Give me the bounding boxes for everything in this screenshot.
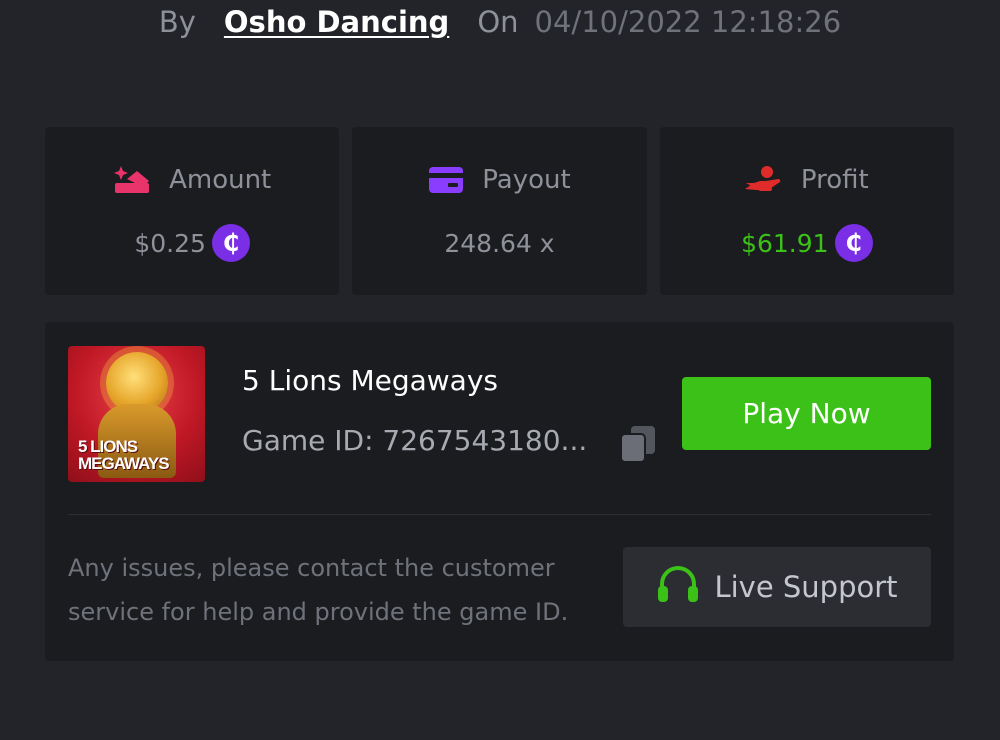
bet-byline: By Osho Dancing On 04/10/2022 12:18:26 — [0, 0, 1000, 44]
live-support-label: Live Support — [714, 570, 898, 604]
bet-stats: Amount $0.25 ₵ Payout 248.64 x Profit $6… — [45, 127, 954, 295]
game-id: Game ID: 7267543180... — [242, 424, 588, 457]
profit-stat: Profit $61.91 ₵ — [659, 127, 954, 295]
payout-label: Payout — [482, 165, 571, 195]
username-link[interactable]: Osho Dancing — [224, 5, 449, 39]
headset-icon — [656, 564, 700, 611]
amount-label: Amount — [169, 165, 272, 195]
divider — [68, 514, 931, 515]
currency-coin-icon: ₵ — [211, 224, 250, 262]
payout-stat: Payout 248.64 x — [352, 127, 647, 295]
bet-datetime: 04/10/2022 12:18:26 — [534, 5, 842, 39]
game-logo: 5 LIONS MEGAWAYS — [78, 437, 170, 473]
hand-coin-icon — [744, 165, 783, 195]
logo-line-2: MEGAWAYS — [78, 454, 170, 473]
profit-label: Profit — [800, 165, 869, 195]
card-icon — [428, 166, 464, 194]
on-label: On — [477, 5, 519, 39]
play-now-button[interactable]: Play Now — [682, 377, 931, 450]
game-card: 5 LIONS MEGAWAYS 5 Lions Megaways Game I… — [45, 322, 954, 661]
payout-value: 248.64 x — [444, 228, 555, 258]
profit-value: $61.91 — [741, 228, 829, 258]
amount-icon — [113, 165, 151, 195]
live-support-button[interactable]: Live Support — [623, 547, 931, 627]
game-title: 5 Lions Megaways — [242, 364, 498, 397]
amount-stat: Amount $0.25 ₵ — [45, 127, 340, 295]
by-label: By — [158, 5, 196, 39]
copy-icon[interactable] — [619, 424, 657, 464]
logo-line-1: 5 LIONS — [78, 437, 138, 456]
currency-coin-icon: ₵ — [834, 224, 873, 262]
amount-value: $0.25 — [134, 228, 206, 258]
support-help-text: Any issues, please contact the customer … — [68, 554, 569, 626]
game-thumbnail[interactable]: 5 LIONS MEGAWAYS — [68, 346, 205, 482]
